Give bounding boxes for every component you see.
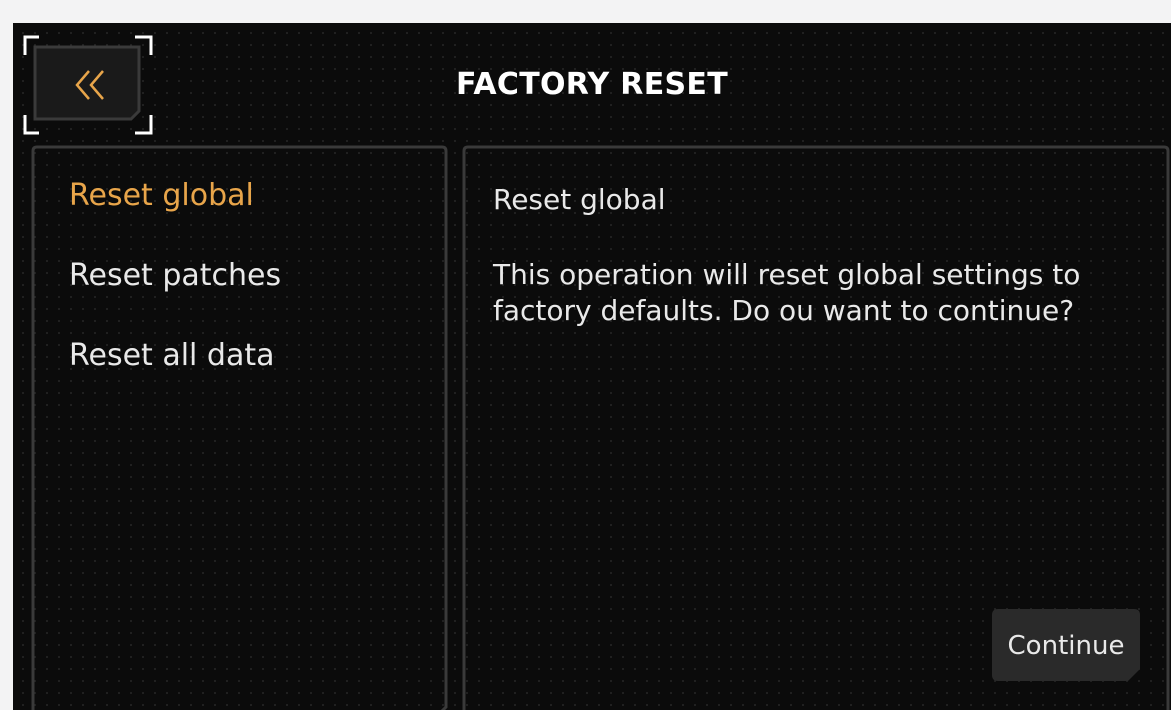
detail-heading: Reset global <box>493 183 666 216</box>
continue-button-label: Continue <box>1007 630 1125 661</box>
reset-detail-panel: Reset global This operation will reset g… <box>462 145 1170 710</box>
menu-item-reset-global[interactable]: Reset global <box>69 178 254 213</box>
panel-frame <box>31 145 448 710</box>
reset-options-panel: Reset global Reset patches Reset all dat… <box>31 145 448 710</box>
menu-item-reset-all-data[interactable]: Reset all data <box>69 338 275 373</box>
factory-reset-screen: FACTORY RESET Reset global Reset patches… <box>13 23 1171 710</box>
continue-button[interactable]: Continue <box>992 609 1140 682</box>
detail-description: This operation will reset global setting… <box>493 258 1081 327</box>
menu-item-reset-patches[interactable]: Reset patches <box>69 258 281 293</box>
page-title: FACTORY RESET <box>456 67 728 102</box>
